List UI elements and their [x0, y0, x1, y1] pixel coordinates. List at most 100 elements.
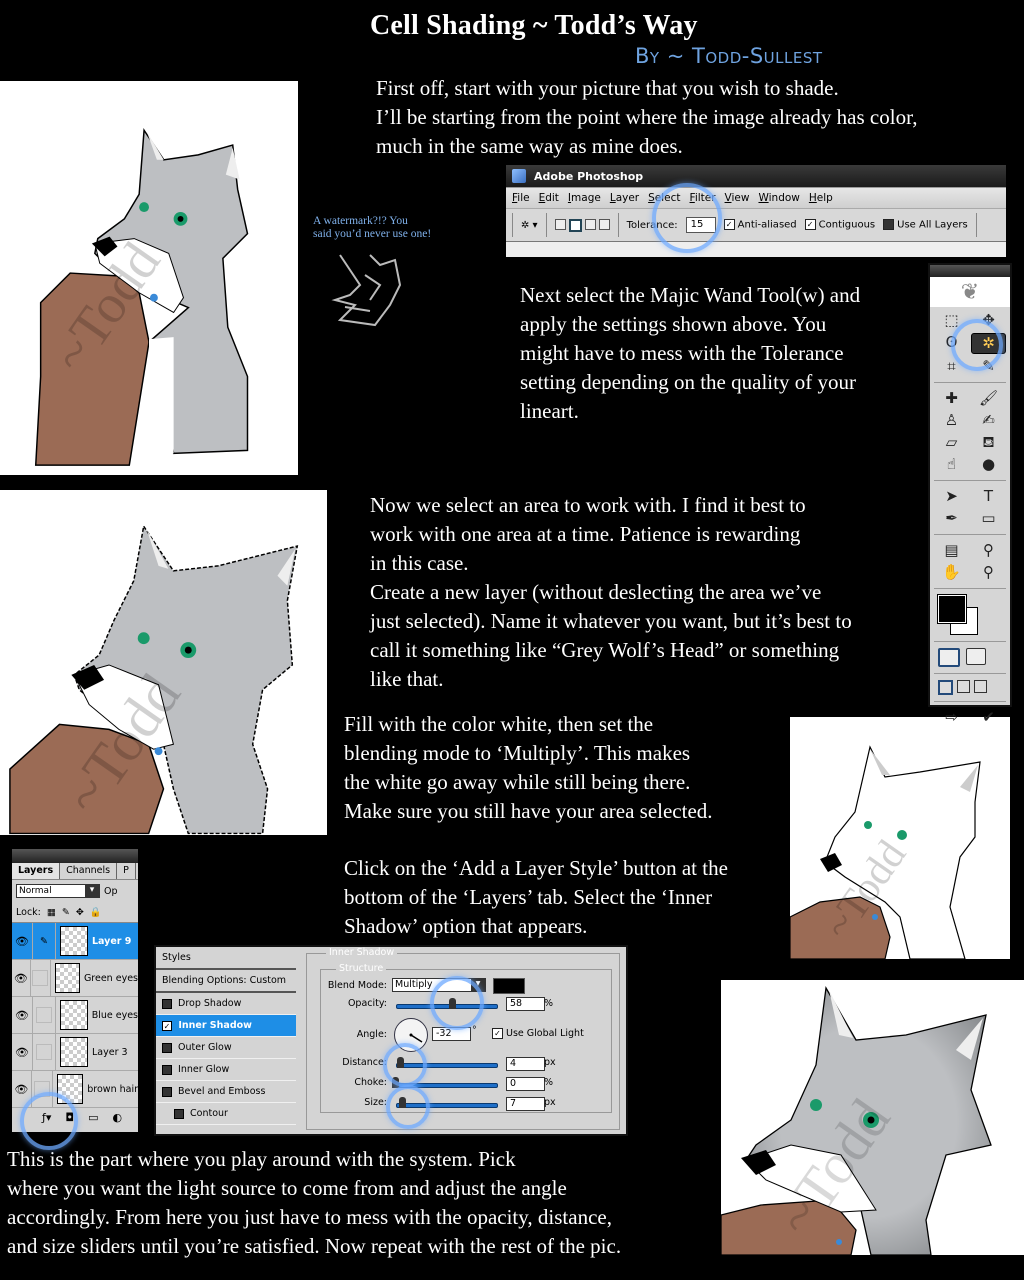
- distance-slider[interactable]: [396, 1063, 498, 1068]
- style-item-inner-shadow[interactable]: ✓ Inner Shadow: [156, 1015, 298, 1037]
- healing-brush-icon[interactable]: ✚: [934, 389, 969, 408]
- checkbox-unchecked-icon[interactable]: [162, 1042, 172, 1053]
- style-item-bevel-emboss[interactable]: Bevel and Emboss: [156, 1081, 298, 1103]
- foreground-color[interactable]: [937, 594, 967, 624]
- dodge-tool-icon[interactable]: ●: [971, 455, 1006, 474]
- lasso-tool-icon[interactable]: ʘ: [934, 333, 969, 352]
- slice-tool-icon[interactable]: ✎: [971, 357, 1006, 376]
- lock-transparency-icon[interactable]: ▦: [47, 907, 56, 918]
- anti-aliased-checkbox[interactable]: ✓ Anti-aliased: [723, 219, 797, 231]
- menu-select[interactable]: Select: [648, 192, 680, 204]
- contiguous-checkbox[interactable]: ✓ Contiguous: [804, 219, 875, 231]
- menu-help[interactable]: Help: [809, 192, 833, 204]
- style-item-drop-shadow[interactable]: Drop Shadow: [156, 993, 298, 1015]
- magic-wand-tool-icon[interactable]: ✲: [971, 333, 1006, 354]
- zoom-tool-icon[interactable]: ⚲: [971, 563, 1006, 582]
- opacity-slider-knob[interactable]: [449, 998, 456, 1009]
- add-to-selection-button[interactable]: [568, 218, 582, 232]
- brush-tool-icon[interactable]: 🖌: [971, 389, 1006, 408]
- size-slider[interactable]: [396, 1103, 498, 1108]
- lock-all-icon[interactable]: 🔒: [90, 907, 102, 918]
- link-box[interactable]: [32, 1071, 54, 1107]
- opacity-slider[interactable]: [396, 1004, 498, 1009]
- blend-mode-select[interactable]: Normal: [16, 884, 100, 898]
- paint-bucket-icon[interactable]: ⛾: [971, 433, 1006, 452]
- eye-icon[interactable]: 👁: [12, 960, 31, 996]
- checkbox-checked-icon[interactable]: ✓: [162, 1020, 172, 1031]
- size-input[interactable]: 7: [506, 1097, 545, 1111]
- use-global-light-checkbox[interactable]: ✓ Use Global Light: [492, 1028, 584, 1039]
- marquee-tool-icon[interactable]: ⬚: [934, 311, 969, 330]
- choke-slider[interactable]: [396, 1083, 498, 1088]
- standard-mode-button[interactable]: [938, 648, 960, 667]
- smudge-tool-icon[interactable]: ☝: [934, 455, 969, 474]
- layer-row[interactable]: 👁 ✎ Layer 9: [12, 923, 138, 960]
- new-selection-button[interactable]: [554, 218, 566, 230]
- screen-mode-standard[interactable]: [938, 680, 953, 695]
- eye-icon[interactable]: 👁: [12, 997, 33, 1033]
- checkmark-icon[interactable]: ✔: [971, 708, 1006, 727]
- shape-tool-icon[interactable]: ▭: [971, 509, 1006, 528]
- menu-view[interactable]: View: [725, 192, 750, 204]
- add-layer-style-icon[interactable]: ƒ▾: [42, 1111, 51, 1124]
- add-mask-icon[interactable]: ◘: [65, 1111, 74, 1124]
- checkbox-unchecked-icon[interactable]: [162, 1086, 172, 1097]
- brush-icon[interactable]: ✎: [33, 923, 56, 959]
- hand-tool-icon[interactable]: ✋: [934, 563, 969, 582]
- tab-channels[interactable]: Channels: [60, 863, 118, 879]
- move-tool-icon[interactable]: ✥: [971, 311, 1006, 330]
- layer-row[interactable]: 👁 brown hair: [12, 1071, 138, 1108]
- path-selection-icon[interactable]: ➤: [934, 487, 969, 506]
- menu-window[interactable]: Window: [758, 192, 799, 204]
- jump-to-imageready-icon[interactable]: ⇨: [934, 708, 969, 727]
- checkbox-unchecked-icon[interactable]: [162, 1064, 172, 1075]
- lock-position-icon[interactable]: ✥: [76, 907, 84, 918]
- size-slider-knob[interactable]: [399, 1097, 406, 1108]
- crop-tool-icon[interactable]: ⌗: [934, 357, 969, 376]
- style-item-outer-glow[interactable]: Outer Glow: [156, 1037, 298, 1059]
- history-brush-icon[interactable]: ✍: [971, 411, 1006, 430]
- blending-options-item[interactable]: Blending Options: Custom: [156, 970, 298, 993]
- link-box[interactable]: [33, 1034, 56, 1070]
- menu-image[interactable]: Image: [568, 192, 601, 204]
- screen-mode-full[interactable]: [974, 680, 987, 693]
- type-tool-icon[interactable]: T: [971, 487, 1006, 506]
- layer-row[interactable]: 👁 Blue eyes: [12, 997, 138, 1034]
- lock-pixels-icon[interactable]: ✎: [62, 907, 70, 918]
- screen-mode-full-menu[interactable]: [957, 680, 970, 693]
- magic-wand-icon[interactable]: ✲ ▾: [521, 220, 538, 231]
- eye-icon[interactable]: 👁: [12, 1034, 33, 1070]
- eye-icon[interactable]: 👁: [12, 1071, 32, 1107]
- menu-edit[interactable]: Edit: [539, 192, 559, 204]
- styles-header[interactable]: Styles: [156, 947, 298, 970]
- layer-row[interactable]: 👁 Green eyes: [12, 960, 138, 997]
- link-box[interactable]: [33, 997, 56, 1033]
- style-item-inner-glow[interactable]: Inner Glow: [156, 1059, 298, 1081]
- tab-paths[interactable]: P: [117, 863, 136, 879]
- link-box[interactable]: [31, 960, 52, 996]
- menu-layer[interactable]: Layer: [610, 192, 639, 204]
- distance-input[interactable]: 4: [506, 1057, 545, 1071]
- angle-dial[interactable]: [394, 1018, 428, 1052]
- opacity-input[interactable]: 58: [506, 997, 545, 1011]
- layer-row[interactable]: 👁 Layer 3: [12, 1034, 138, 1071]
- notes-tool-icon[interactable]: ▤: [934, 541, 969, 560]
- checkbox-unchecked-icon[interactable]: [162, 998, 172, 1009]
- subtract-selection-button[interactable]: [584, 218, 596, 230]
- eyedropper-icon[interactable]: ⚲: [971, 541, 1006, 560]
- checkbox-unchecked-icon[interactable]: [174, 1108, 184, 1119]
- tab-layers[interactable]: Layers: [12, 863, 61, 879]
- pen-tool-icon[interactable]: ✒: [934, 509, 969, 528]
- intersect-selection-button[interactable]: [598, 218, 610, 230]
- blend-mode-select[interactable]: Multiply: [392, 978, 486, 992]
- adjustment-layer-icon[interactable]: ◐: [113, 1111, 123, 1124]
- eraser-tool-icon[interactable]: ▱: [934, 433, 969, 452]
- angle-input[interactable]: -32: [432, 1027, 471, 1041]
- menu-file[interactable]: File: [512, 192, 530, 204]
- choke-input[interactable]: 0: [506, 1077, 545, 1091]
- tolerance-input[interactable]: 15: [685, 217, 716, 233]
- use-all-layers-checkbox[interactable]: Use All Layers: [883, 219, 968, 231]
- quick-mask-button[interactable]: [966, 648, 986, 665]
- shadow-color-swatch[interactable]: [493, 978, 525, 994]
- clone-stamp-icon[interactable]: ♙: [934, 411, 969, 430]
